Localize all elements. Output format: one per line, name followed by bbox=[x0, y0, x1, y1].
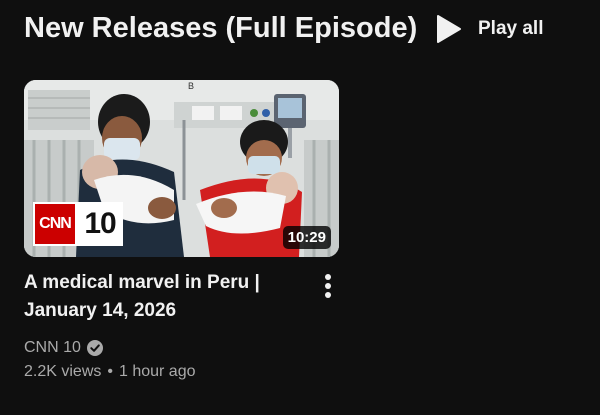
play-icon bbox=[436, 14, 466, 44]
meta-separator: • bbox=[107, 363, 113, 380]
video-metadata: 2.2K views • 1 hour ago bbox=[24, 363, 340, 381]
verified-check-icon bbox=[86, 340, 103, 356]
upload-age: 1 hour ago bbox=[118, 363, 196, 380]
shelf-header: New Releases (Full Episode) bbox=[24, 8, 417, 48]
page: New Releases (Full Episode) Play all B C… bbox=[0, 0, 600, 415]
channel-row: CNN 10 bbox=[24, 337, 340, 359]
video-details: A medical marvel in Peru | January 14, 2… bbox=[24, 269, 340, 381]
more-actions-button[interactable] bbox=[316, 271, 340, 301]
video-card: B CNN 10 10:29 A medical marvel in Peru … bbox=[24, 80, 340, 381]
play-all-button[interactable]: Play all bbox=[436, 12, 544, 46]
wall-letter: B bbox=[188, 81, 194, 91]
video-title[interactable]: A medical marvel in Peru | January 14, 2… bbox=[24, 269, 294, 325]
view-count: 2.2K views bbox=[24, 363, 102, 380]
play-all-label: Play all bbox=[478, 18, 544, 39]
cnn-logo: CNN bbox=[33, 202, 77, 246]
more-vert-icon bbox=[325, 274, 331, 298]
duration-badge: 10:29 bbox=[282, 226, 331, 249]
shelf-title[interactable]: New Releases (Full Episode) bbox=[24, 12, 417, 45]
cnn10-logo: CNN 10 bbox=[33, 202, 123, 246]
channel-name[interactable]: CNN 10 bbox=[24, 339, 81, 357]
video-thumbnail[interactable]: B CNN 10 10:29 bbox=[24, 80, 339, 257]
cnn10-number: 10 bbox=[77, 202, 123, 246]
